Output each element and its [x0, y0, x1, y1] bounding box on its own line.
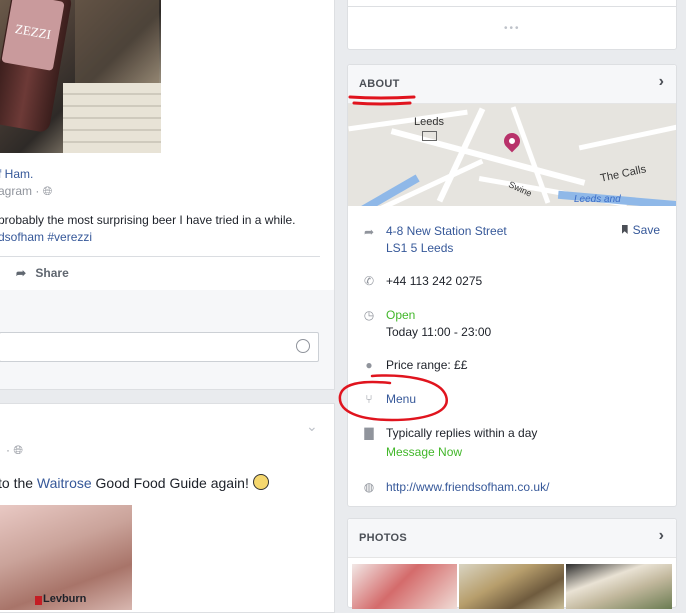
globe-icon: 🌐︎ — [42, 184, 53, 198]
chevron-right-icon[interactable]: › — [659, 73, 664, 91]
emoji-icon[interactable] — [296, 339, 310, 353]
post-text-before: to the — [0, 475, 37, 491]
post-hashtag-line[interactable]: dsofham #verezzi — [0, 229, 328, 246]
photos-title: PHOTOS — [359, 532, 408, 544]
photo-thumbnail[interactable] — [459, 564, 564, 609]
messaging-row: ▇ Typically replies within a day Message… — [348, 425, 676, 459]
photos-header[interactable]: PHOTOS › — [348, 519, 676, 558]
post-text-line1: probably the most surprising beer I have… — [0, 213, 296, 227]
globe-icon: · 🌐︎ — [6, 443, 23, 457]
hours-today: Today 11:00 - 23:00 — [386, 325, 492, 339]
message-now-button[interactable]: Message Now — [386, 444, 537, 461]
price-range: Price range: ££ — [386, 358, 468, 372]
post-photo-beer-bottle[interactable]: ZEZZI — [0, 0, 161, 153]
share-arrow-icon: ➦ — [16, 266, 27, 280]
post-card: Levburn — [0, 403, 335, 613]
about-header[interactable]: ABOUT › — [348, 65, 676, 104]
hours-status: Open — [386, 308, 416, 322]
photo-thumbnail[interactable] — [352, 564, 457, 609]
top-card-input[interactable] — [348, 0, 676, 7]
photo-red-mark — [35, 596, 42, 605]
phone-row: ✆ +44 113 242 0275 — [348, 273, 676, 291]
more-dots-icon[interactable]: ••• — [504, 23, 521, 34]
fork-knife-icon: ⑂ — [365, 392, 373, 406]
menu-row: ⑂ Menu — [348, 391, 676, 409]
railway-station-icon — [422, 131, 437, 141]
map[interactable]: Leeds The Calls Swine Leeds and — [348, 104, 676, 206]
map-label-leeds: Leeds — [414, 116, 444, 128]
hours-row: ◷ Open Today 11:00 - 23:00 — [348, 307, 676, 341]
save-button[interactable]: Save — [621, 223, 660, 237]
directions-arrow-icon: ➦ — [363, 225, 375, 239]
phone-number[interactable]: +44 113 242 0275 — [386, 273, 482, 290]
comment-input[interactable] — [0, 332, 319, 362]
chevron-right-icon[interactable]: › — [659, 527, 664, 545]
map-label-leeds-and: Leeds and — [574, 194, 621, 205]
comment-section — [0, 290, 335, 390]
share-label: Share — [35, 266, 69, 280]
map-label-the-calls: The Calls — [599, 163, 648, 185]
about-card: ABOUT › Leeds The Calls Swine Leeds and … — [347, 64, 677, 507]
clock-icon: ◷ — [363, 308, 375, 322]
address-line2: LS1 5 Leeds — [386, 241, 454, 255]
photo-thumbnails — [352, 564, 672, 609]
photo-text: Levburn — [43, 593, 87, 605]
price-tag-icon: ● — [365, 358, 373, 372]
website-link[interactable]: http://www.friendsofham.co.uk/ — [386, 479, 549, 496]
post-photo-levburn[interactable]: Levburn — [0, 505, 132, 610]
globe-icon: ◍ — [363, 480, 375, 494]
website-row: ◍ http://www.friendsofham.co.uk/ — [348, 479, 676, 497]
bookmark-icon — [621, 225, 628, 234]
photo-paper — [63, 83, 161, 153]
reply-time: Typically replies within a day — [386, 426, 538, 440]
top-card: ••• — [347, 0, 677, 50]
price-row: ● Price range: ££ — [348, 357, 676, 375]
save-label: Save — [632, 223, 660, 237]
post-text: probably the most surprising beer I have… — [0, 212, 328, 246]
post-text-after: Good Food Guide again! — [91, 475, 249, 491]
address-row: ➦ 4-8 New Station Street LS1 5 Leeds Sav… — [348, 223, 676, 257]
waitrose-link[interactable]: Waitrose — [37, 475, 92, 491]
post-card: ZEZZI — [0, 0, 335, 292]
menu-link[interactable]: Menu — [386, 391, 416, 408]
hours-text[interactable]: Open Today 11:00 - 23:00 — [386, 307, 491, 341]
phone-icon: ✆ — [363, 274, 375, 288]
post-text: to the Waitrose Good Food Guide again! — [0, 474, 269, 491]
messaging-text: Typically replies within a day Message N… — [386, 425, 537, 461]
address-text[interactable]: 4-8 New Station Street LS1 5 Leeds — [386, 223, 507, 257]
chevron-down-icon[interactable]: ⌄ — [306, 418, 318, 435]
address-line1: 4-8 New Station Street — [386, 224, 507, 238]
photo-thumbnail[interactable] — [566, 564, 672, 609]
post-meta-source: agram · — [0, 184, 40, 198]
post-page-name[interactable]: f Ham. — [0, 167, 33, 181]
about-title: ABOUT — [359, 78, 400, 90]
post-meta: agram · 🌐︎ — [0, 184, 52, 199]
photos-card: PHOTOS › — [347, 518, 677, 609]
emoji-icon — [252, 474, 269, 490]
share-button[interactable]: ➦ Share — [16, 266, 69, 280]
divider — [0, 256, 320, 257]
message-bubble-icon: ▇ — [364, 426, 374, 440]
